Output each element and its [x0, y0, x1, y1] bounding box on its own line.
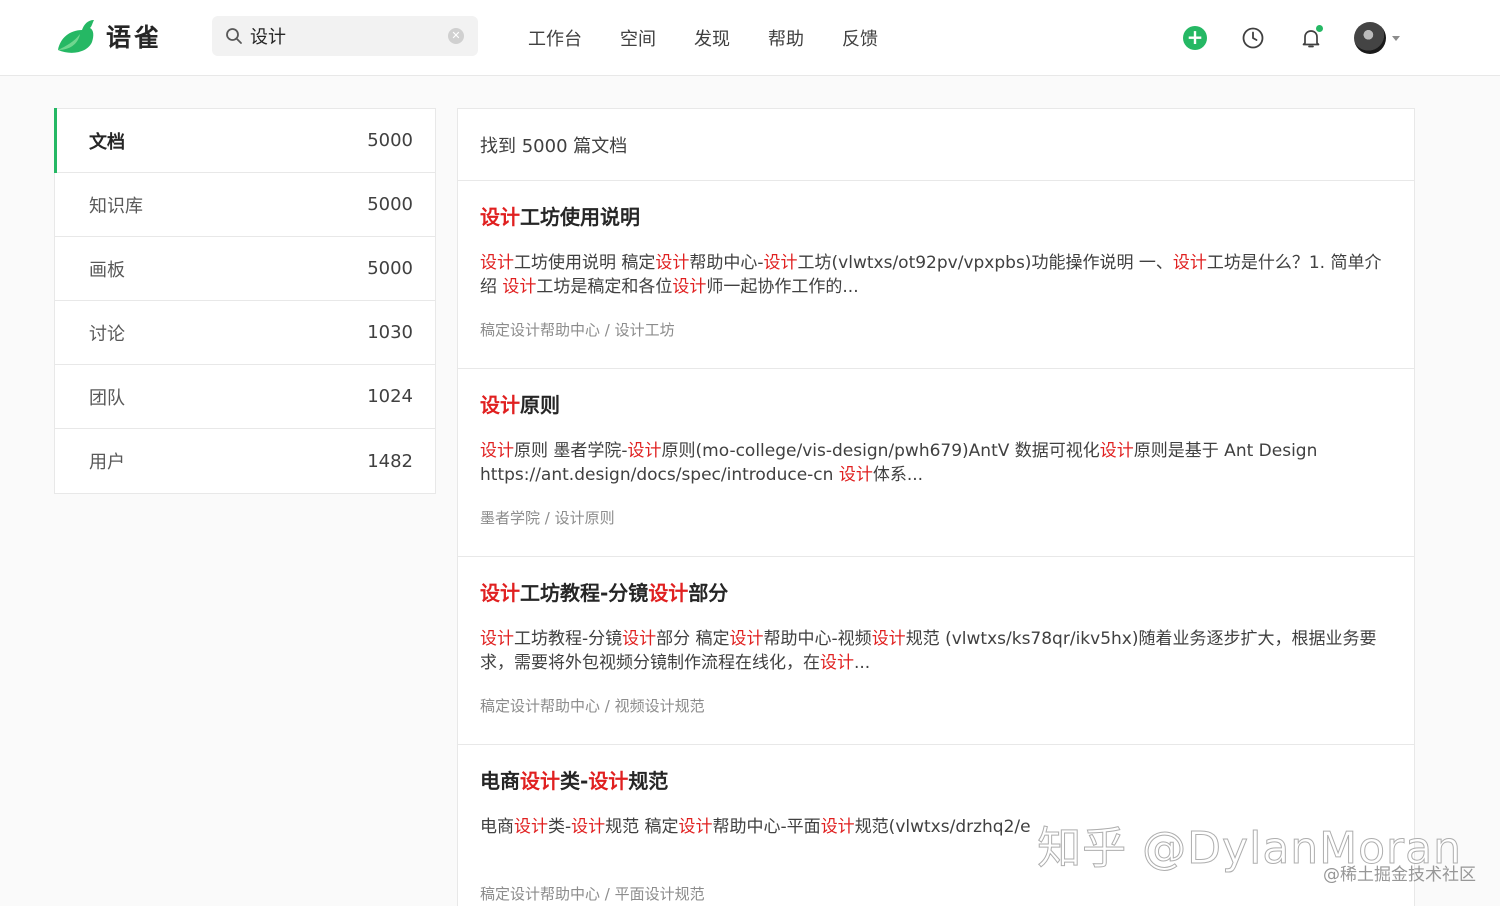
search-icon: [224, 26, 244, 46]
sidebar-item[interactable]: 团队 1024: [55, 365, 435, 429]
result-item[interactable]: 设计工坊教程-分镜设计部分设计工坊教程-分镜设计部分 稿定设计帮助中心-视频设计…: [458, 557, 1414, 745]
result-snippet: 设计原则 墨者学院-设计原则(mo-college/vis-design/pwh…: [480, 441, 1318, 485]
search-input[interactable]: [250, 25, 440, 47]
result-path[interactable]: 稿定设计帮助中心 / 设计工坊: [480, 319, 1392, 340]
sidebar-item[interactable]: 文档 5000: [54, 108, 435, 173]
nav-item[interactable]: 工作台: [528, 25, 582, 51]
results-list: 设计工坊使用说明设计工坊使用说明 稿定设计帮助中心-设计工坊(vlwtxs/ot…: [458, 181, 1414, 906]
sidebar-item-count: 1030: [367, 322, 413, 343]
clock-icon: [1242, 27, 1264, 49]
sidebar-item[interactable]: 知识库 5000: [55, 173, 435, 237]
sidebar-item-label: 画板: [89, 259, 125, 281]
history-button[interactable]: [1240, 25, 1266, 51]
sidebar-item[interactable]: 画板 5000: [55, 237, 435, 301]
sidebar-item-label: 讨论: [89, 323, 125, 345]
result-path[interactable]: 墨者学院 / 设计原则: [480, 507, 1392, 528]
user-menu[interactable]: [1354, 22, 1400, 54]
watermark-sub: @稀土掘金技术社区: [1323, 865, 1476, 885]
result-snippet: 设计工坊使用说明 稿定设计帮助中心-设计工坊(vlwtxs/ot92pv/vpx…: [480, 253, 1382, 297]
logo[interactable]: 语雀: [54, 16, 162, 56]
chevron-down-icon: [1392, 35, 1400, 41]
sidebar-item-count: 5000: [367, 258, 413, 279]
notification-dot: [1316, 25, 1323, 32]
nav-item[interactable]: 帮助: [768, 25, 804, 51]
result-path[interactable]: 稿定设计帮助中心 / 平面设计规范: [480, 883, 1392, 904]
brand-name: 语雀: [106, 23, 163, 52]
top-header: 语雀 ✕ 工作台 空间 发现 帮助 反馈 +: [0, 0, 1500, 76]
sidebar-item-label: 文档: [89, 131, 125, 153]
nav-item[interactable]: 反馈: [842, 25, 878, 51]
result-title[interactable]: 设计原则: [480, 391, 1392, 419]
sidebar-item-count: 5000: [367, 194, 413, 215]
sidebar-item-label: 团队: [89, 387, 125, 409]
plus-icon: +: [1183, 26, 1207, 50]
result-item[interactable]: 设计原则设计原则 墨者学院-设计原则(mo-college/vis-design…: [458, 369, 1414, 557]
nav-item[interactable]: 空间: [620, 25, 656, 51]
sidebar-item-count: 1482: [367, 450, 413, 472]
header-actions: +: [1150, 18, 1400, 58]
sidebar-item-label: 知识库: [89, 195, 143, 217]
results-summary: 找到 5000 篇文档: [458, 109, 1414, 181]
search-results: 找到 5000 篇文档 设计工坊使用说明设计工坊使用说明 稿定设计帮助中心-设计…: [457, 108, 1415, 906]
bird-logo-icon: [58, 20, 94, 53]
result-type-sidebar: 文档 5000 知识库 5000 画板 5000 讨论 1030 团队 1024 用户 1482: [54, 108, 436, 494]
main-nav: 工作台 空间 发现 帮助 反馈: [528, 0, 916, 76]
avatar: [1354, 22, 1386, 54]
result-path[interactable]: 稿定设计帮助中心 / 视频设计规范: [480, 695, 1392, 716]
sidebar-item-count: 5000: [367, 130, 413, 151]
result-item[interactable]: 设计工坊使用说明设计工坊使用说明 稿定设计帮助中心-设计工坊(vlwtxs/ot…: [458, 181, 1414, 369]
nav-item[interactable]: 发现: [694, 25, 730, 51]
sidebar-item-label: 用户: [89, 452, 125, 473]
sidebar-item-count: 1024: [367, 386, 413, 407]
create-button[interactable]: +: [1182, 25, 1208, 51]
notifications-button[interactable]: [1298, 25, 1324, 51]
clear-icon[interactable]: ✕: [448, 28, 464, 44]
sidebar-item[interactable]: 讨论 1030: [55, 301, 435, 365]
sidebar-item[interactable]: 用户 1482: [55, 429, 435, 493]
result-title[interactable]: 设计工坊教程-分镜设计部分: [480, 579, 1392, 607]
result-title[interactable]: 设计工坊使用说明: [480, 203, 1392, 231]
result-title[interactable]: 电商设计类-设计规范: [480, 767, 1392, 795]
result-snippet: 设计工坊教程-分镜设计部分 稿定设计帮助中心-视频设计规范 (vlwtxs/ks…: [480, 629, 1377, 673]
search-box[interactable]: ✕: [212, 16, 478, 56]
